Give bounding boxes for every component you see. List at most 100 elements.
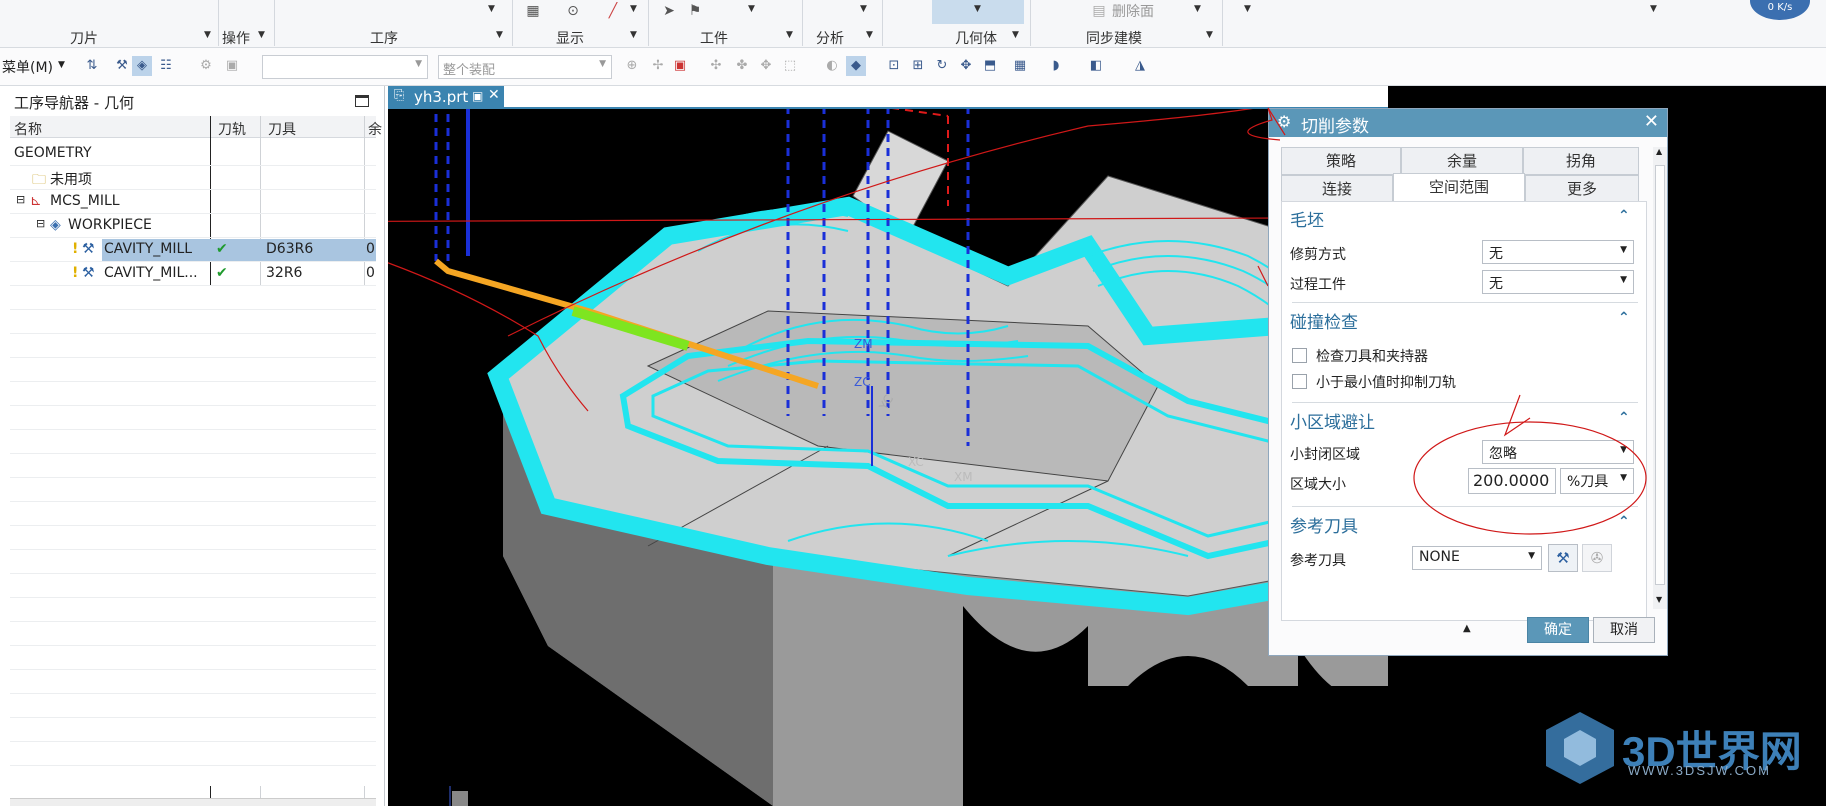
ribbon-group-analysis[interactable]: 分析 [816,28,844,48]
chevron-down-icon[interactable]: ▼ [496,30,503,40]
document-tab[interactable]: ⎘ yh3.prt ▣ ✕ [388,86,504,108]
delete-face-button[interactable]: 删除面 [1112,1,1154,21]
tree-row-cavity-mill-2[interactable]: ! ⚒ CAVITY_MIL... ✔ 32R6 0 [10,262,376,286]
chevron-down-icon[interactable]: ▼ [1206,30,1213,40]
create-tool-button[interactable]: ⚒ [1548,544,1578,572]
scroll-down-icon[interactable]: ▼ [1656,595,1662,604]
area-size-unit-select[interactable]: %刀具 ▼ [1560,468,1634,494]
cube-icon[interactable]: ◆ [846,56,866,76]
chevron-down-icon[interactable]: ▼ [1244,4,1251,14]
tree-row-workpiece[interactable]: ⊟ ◈ WORKPIECE [10,214,376,238]
work-layer-icon[interactable]: ◮ [1130,56,1150,76]
close-icon[interactable]: ✕ [1644,111,1659,132]
scrollbar-thumb[interactable] [1655,165,1665,585]
ribbon-group-blade[interactable]: 刀片 [70,28,98,48]
chevron-down-icon[interactable]: ▼ [630,4,637,14]
tree-row-cavity-mill-1[interactable]: ! ⚒ CAVITY_MILL ✔ D63R6 0 [10,238,376,262]
snap-midpoint-icon[interactable]: ✤ [732,56,752,76]
tree-row-unused[interactable]: 🗀 未用项 [10,166,376,190]
chevron-down-icon[interactable]: ▼ [786,30,793,40]
column-stock[interactable]: 余 [368,119,382,139]
target-icon[interactable]: ⊙ [564,2,582,20]
scroll-up-icon[interactable]: ▲ [1656,147,1662,156]
maximize-icon[interactable] [355,95,369,107]
chevron-down-icon[interactable]: ▼ [1194,4,1201,14]
geometry-view-icon[interactable]: ◈ [132,56,152,76]
tree-row-mcs-mill[interactable]: ⊟ ⊾ MCS_MILL [10,190,376,214]
shade-icon[interactable]: ◐ [822,56,842,76]
filter-select[interactable]: ▼ [262,55,428,79]
chevron-down-icon[interactable]: ▼ [974,4,981,14]
tab-more[interactable]: 更多 [1525,175,1639,203]
section-title-ref-tool[interactable]: 参考刀具 [1290,512,1358,537]
method-view-icon[interactable]: ☷ [156,56,176,76]
ok-button[interactable]: 确定 [1527,617,1589,643]
section-title-collision[interactable]: 碰撞检查 [1290,308,1358,333]
select-face-icon[interactable]: ▣ [670,56,690,76]
trim-method-select[interactable]: 无 ▼ [1482,240,1634,264]
snap-endpoint-icon[interactable]: ✣ [706,56,726,76]
dialog-scrollbar[interactable]: ▲ ▼ [1653,147,1667,609]
snap-icon[interactable]: ⊕ [622,56,642,76]
section-title-small-area[interactable]: 小区域避让 [1290,408,1375,433]
ribbon-group-geometry[interactable]: 几何体 [955,28,997,48]
horizontal-scrollbar[interactable] [10,798,376,806]
collapse-up-icon[interactable]: ⌃ [1618,310,1630,326]
collapse-up-icon[interactable]: ⌃ [1618,410,1630,426]
collapse-icon[interactable]: ⊟ [16,193,25,206]
chevron-down-icon[interactable]: ▼ [488,4,495,14]
chevron-down-icon[interactable]: ▼ [1012,30,1019,40]
collapse-icon[interactable]: ⊟ [36,217,45,230]
assembly-select[interactable]: 整个装配 ▼ [438,55,612,79]
shaded-cube-icon[interactable]: ◧ [1086,56,1106,76]
chevron-down-icon[interactable]: ▼ [58,60,65,70]
rotate-icon[interactable]: ↻ [932,56,952,76]
section-title-blank[interactable]: 毛坯 [1290,206,1324,231]
chevron-down-icon[interactable]: ▼ [204,30,211,40]
menu-button[interactable]: 菜单(M) [2,57,53,77]
tree-row-geometry[interactable]: GEOMETRY [10,142,376,166]
box-select-icon[interactable]: ⬚ [780,56,800,76]
area-size-input[interactable]: 200.0000 [1468,468,1556,494]
column-name[interactable]: 名称 [14,119,42,139]
ref-tool-select[interactable]: NONE ▼ [1412,546,1542,570]
pan-icon[interactable]: ✥ [956,56,976,76]
snap-point-icon[interactable]: ✢ [648,56,668,76]
cursor-icon[interactable]: ➤ [660,2,678,20]
layout-icon[interactable]: ▦ [1010,56,1030,76]
zoom-icon[interactable]: ⊞ [908,56,928,76]
collapse-up-icon[interactable]: ⌃ [1618,514,1630,530]
suppress-checkbox[interactable] [1292,374,1307,389]
snap-center-icon[interactable]: ✥ [756,56,776,76]
close-icon[interactable]: ✕ [488,87,500,103]
flag-icon[interactable]: ⚑ [686,2,704,20]
chevron-down-icon[interactable]: ▼ [258,30,265,40]
view-orient-icon[interactable]: ⬒ [980,56,1000,76]
chevron-down-icon[interactable]: ▼ [860,4,867,14]
tab-stock[interactable]: 余量 [1401,147,1523,175]
render-style-icon[interactable]: ◗ [1046,56,1066,76]
edit-tool-button[interactable]: ✇ [1582,544,1612,572]
ribbon-group-process[interactable]: 工序 [370,28,398,48]
ribbon-group-sync-modeling[interactable]: 同步建模 [1086,28,1142,48]
tab-connection[interactable]: 连接 [1281,175,1393,203]
operation-order-icon[interactable]: ⇅ [82,56,102,76]
ipw-select[interactable]: 无 ▼ [1482,270,1634,294]
tab-corner[interactable]: 拐角 [1523,147,1639,175]
dialog-titlebar[interactable]: ⚙ 切削参数 ✕ [1269,109,1667,137]
cancel-button[interactable]: 取消 [1593,617,1655,643]
calculator-icon[interactable]: ▦ [524,2,542,20]
collapse-panel-icon[interactable]: ▲ [1463,623,1471,634]
chevron-down-icon[interactable]: ▼ [866,30,873,40]
chevron-down-icon[interactable]: ▼ [1650,4,1657,14]
tab-containment[interactable]: 空间范围 [1393,173,1525,203]
chevron-down-icon[interactable]: ▼ [630,30,637,40]
column-toolpath[interactable]: 刀轨 [218,119,246,139]
ribbon-group-workpiece[interactable]: 工件 [700,28,728,48]
check-holder-checkbox[interactable] [1292,348,1307,363]
tab-strategy[interactable]: 策略 [1281,147,1401,175]
small-closed-area-select[interactable]: 忽略 ▼ [1482,440,1634,464]
column-tool[interactable]: 刀具 [268,119,296,139]
collapse-up-icon[interactable]: ⌃ [1618,208,1630,224]
tool-view-icon[interactable]: ⚒ [112,56,132,76]
